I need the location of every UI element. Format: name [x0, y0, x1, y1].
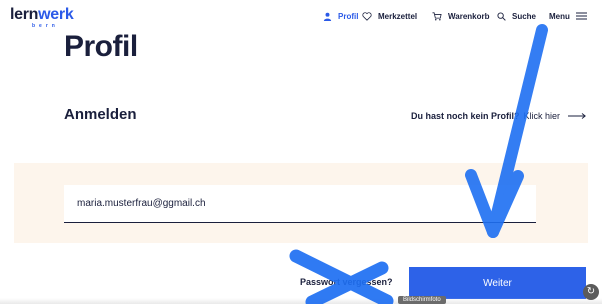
weiter-button[interactable]: Weiter — [409, 267, 586, 299]
user-icon — [323, 12, 332, 21]
nav-profil[interactable]: Profil — [323, 9, 358, 23]
bottom-fade — [0, 298, 602, 304]
nav-merkzettel-label: Merkzettel — [378, 11, 418, 21]
search-icon — [497, 11, 506, 21]
register-question: Du hast noch kein Profil? — [410, 111, 520, 121]
section-title: Anmelden — [64, 106, 137, 123]
nav-merkzettel[interactable]: Merkzettel — [362, 9, 417, 23]
hamburger-menu-icon — [575, 12, 587, 20]
heart-icon — [362, 11, 372, 21]
forgot-password-link[interactable]: Passwort vergessen? — [300, 277, 393, 287]
logo-subtitle: bern — [32, 23, 59, 29]
site-header: lernwerk bern Profil Merkzettel Warenkor… — [0, 0, 602, 34]
screenshot-tooltip: Bildschirmfoto — [398, 296, 446, 304]
floating-action-icon[interactable]: ↻ — [583, 284, 599, 300]
nav-suche[interactable]: Suche — [497, 9, 536, 23]
page-title: Profil — [64, 30, 138, 63]
email-field[interactable]: maria.musterfrau@ggmail.ch — [64, 185, 536, 223]
nav-profil-label: Profil — [338, 11, 359, 21]
logo-text-accent: werk — [38, 6, 74, 23]
nav-warenkorb[interactable]: Warenkorb — [432, 9, 490, 23]
logo-text-main: lern — [10, 6, 39, 23]
register-link[interactable]: Klick hier — [523, 111, 560, 121]
arrow-right-icon[interactable] — [568, 113, 586, 119]
nav-suche-label: Suche — [512, 11, 537, 21]
nav-menu[interactable]: Menu — [549, 9, 593, 23]
register-prompt: Du hast noch kein Profil? Klick hier — [411, 111, 586, 121]
nav-menu-label: Menu — [549, 11, 570, 21]
cart-icon — [432, 11, 442, 21]
nav-warenkorb-label: Warenkorb — [448, 11, 490, 21]
logo[interactable]: lernwerk — [10, 6, 74, 24]
